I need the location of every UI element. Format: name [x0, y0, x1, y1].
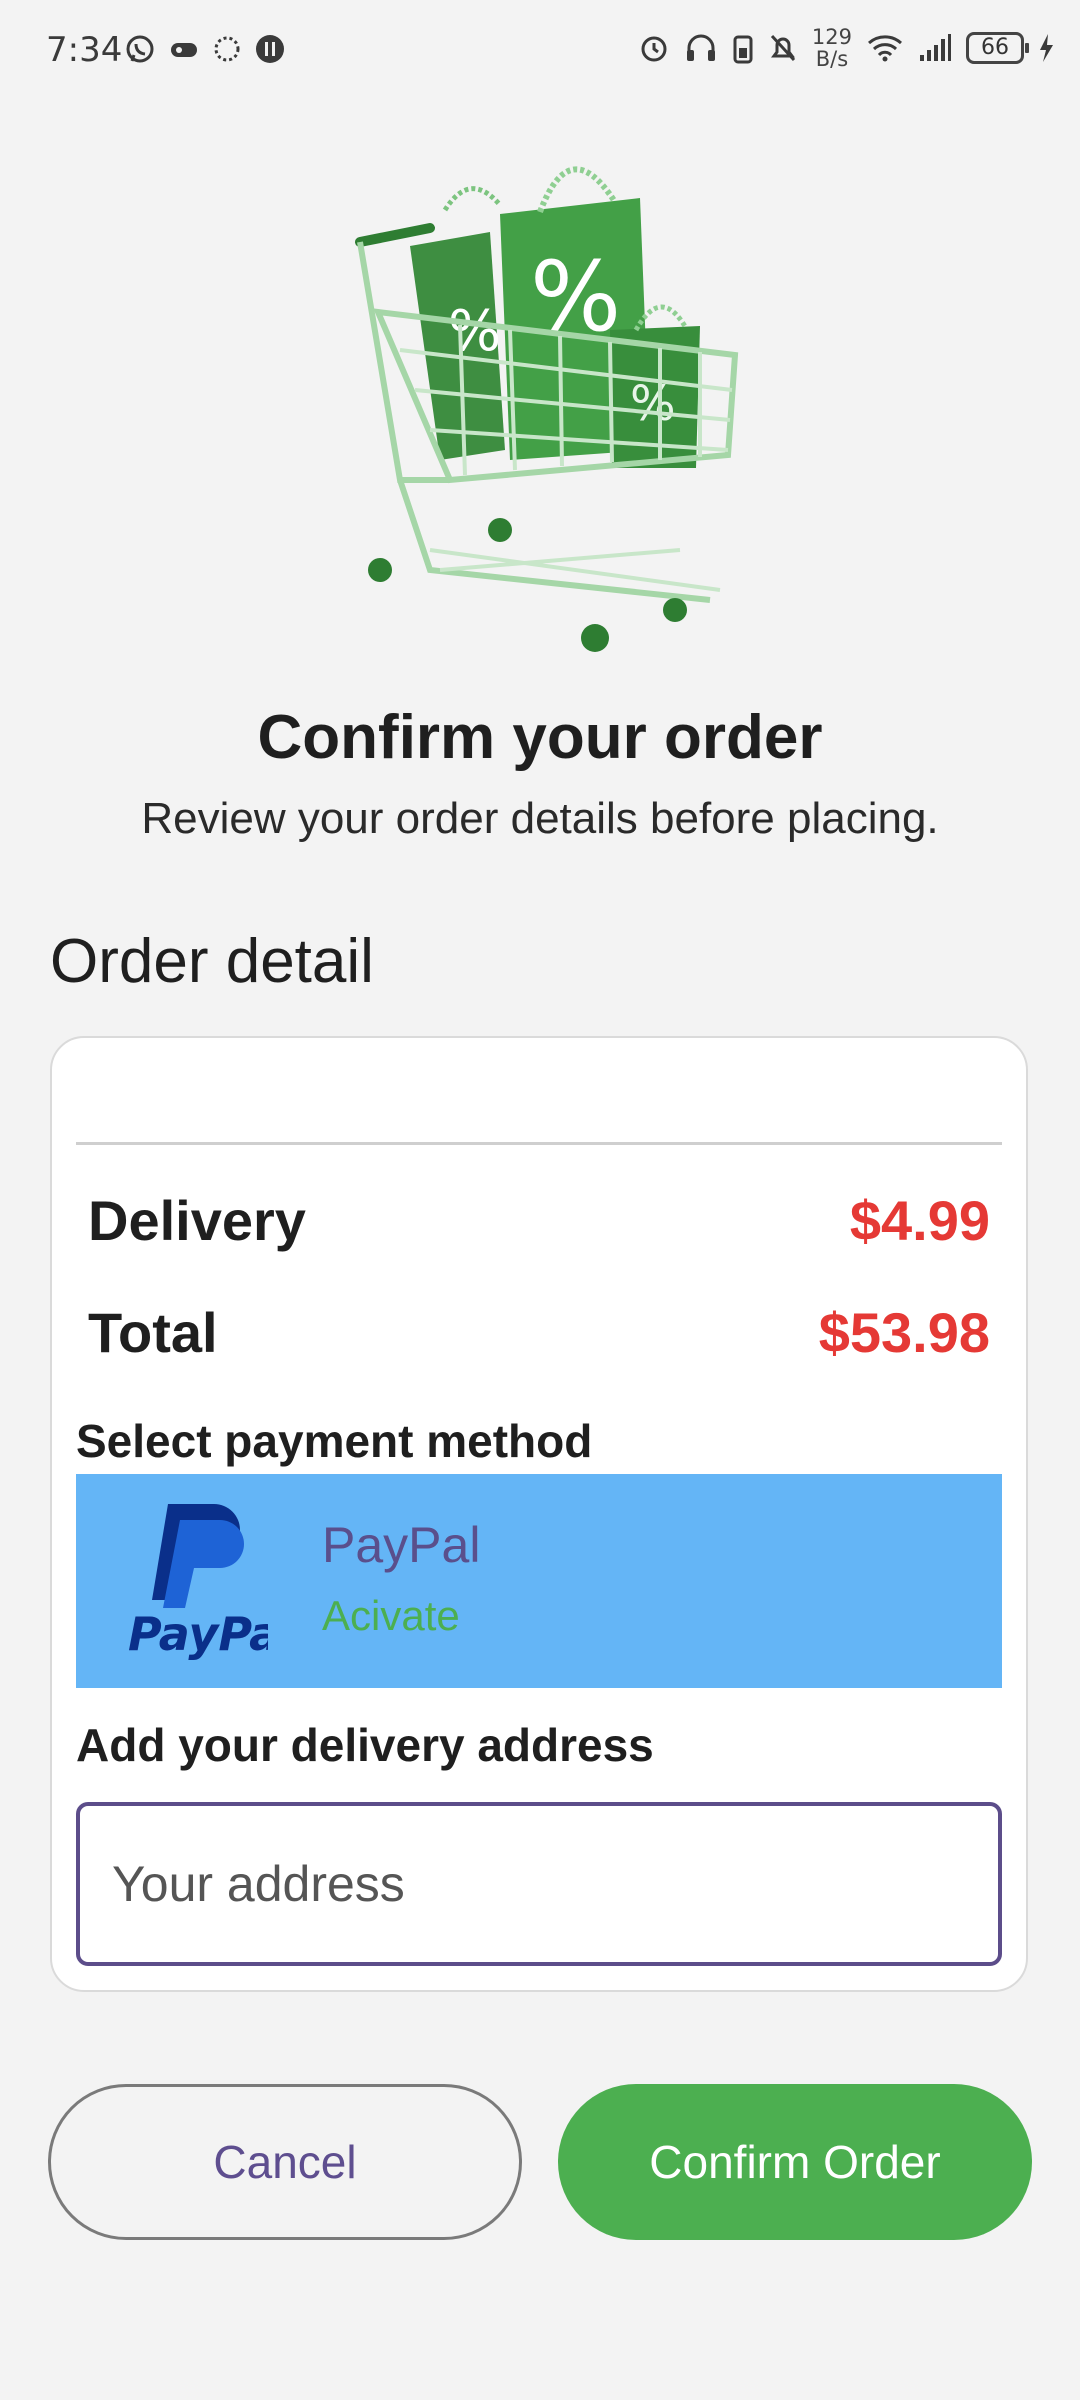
bell-off-icon [770, 34, 796, 62]
pause-circle-icon [256, 35, 284, 63]
network-speed-unit: B/s [815, 47, 849, 71]
payment-option-status: Acivate [322, 1592, 460, 1639]
delivery-row: Delivery $4.99 [88, 1188, 990, 1253]
battery-indicator: 66 [966, 32, 1029, 64]
status-bar: 7:34 129 B/s 66 [0, 0, 1080, 104]
wifi-icon [868, 35, 902, 62]
delivery-label: Delivery [88, 1189, 306, 1252]
page-subtitle: Review your order details before placing… [141, 794, 939, 843]
signal-icon [920, 34, 951, 61]
cancel-button[interactable]: Cancel [48, 2084, 522, 2240]
divider [76, 1142, 1002, 1145]
svg-text:%: % [630, 376, 676, 432]
total-price: $53.98 [818, 1301, 990, 1364]
total-label: Total [88, 1301, 218, 1364]
order-detail-heading: Order detail [50, 927, 374, 996]
paypal-payment-option[interactable]: PayPal PayPal Acivate [76, 1474, 1002, 1688]
battery-saver-icon [733, 35, 753, 64]
whatsapp-icon [126, 35, 154, 63]
svg-text:PayPal: PayPal [128, 1607, 268, 1660]
loading-circle-icon [214, 36, 240, 62]
address-input[interactable] [76, 1802, 1002, 1966]
confirm-order-button[interactable]: Confirm Order [558, 2084, 1032, 2240]
payment-method-label: Select payment method [76, 1415, 593, 1467]
network-speed: 129 B/s [812, 26, 852, 70]
status-time: 7:34 [46, 30, 123, 70]
paypal-logo-icon: PayPal [128, 1504, 268, 1660]
page-title: Confirm your order [257, 703, 823, 772]
headphones-icon [686, 34, 715, 61]
charging-bolt-icon [1040, 34, 1053, 62]
game-controller-icon [171, 43, 197, 57]
delivery-address-label: Add your delivery address [76, 1719, 654, 1771]
alarm-icon [641, 36, 667, 62]
svg-text:%: % [448, 299, 501, 364]
total-row: Total $53.98 [88, 1300, 990, 1365]
network-speed-value: 129 [811, 25, 852, 49]
delivery-price: $4.99 [849, 1189, 990, 1252]
order-detail-card: Delivery $4.99 Total $53.98 Select payme… [50, 1036, 1028, 1992]
payment-option-name: PayPal [322, 1517, 481, 1573]
shopping-cart-illustration: % % % [355, 166, 739, 652]
notification-icons [124, 33, 286, 65]
